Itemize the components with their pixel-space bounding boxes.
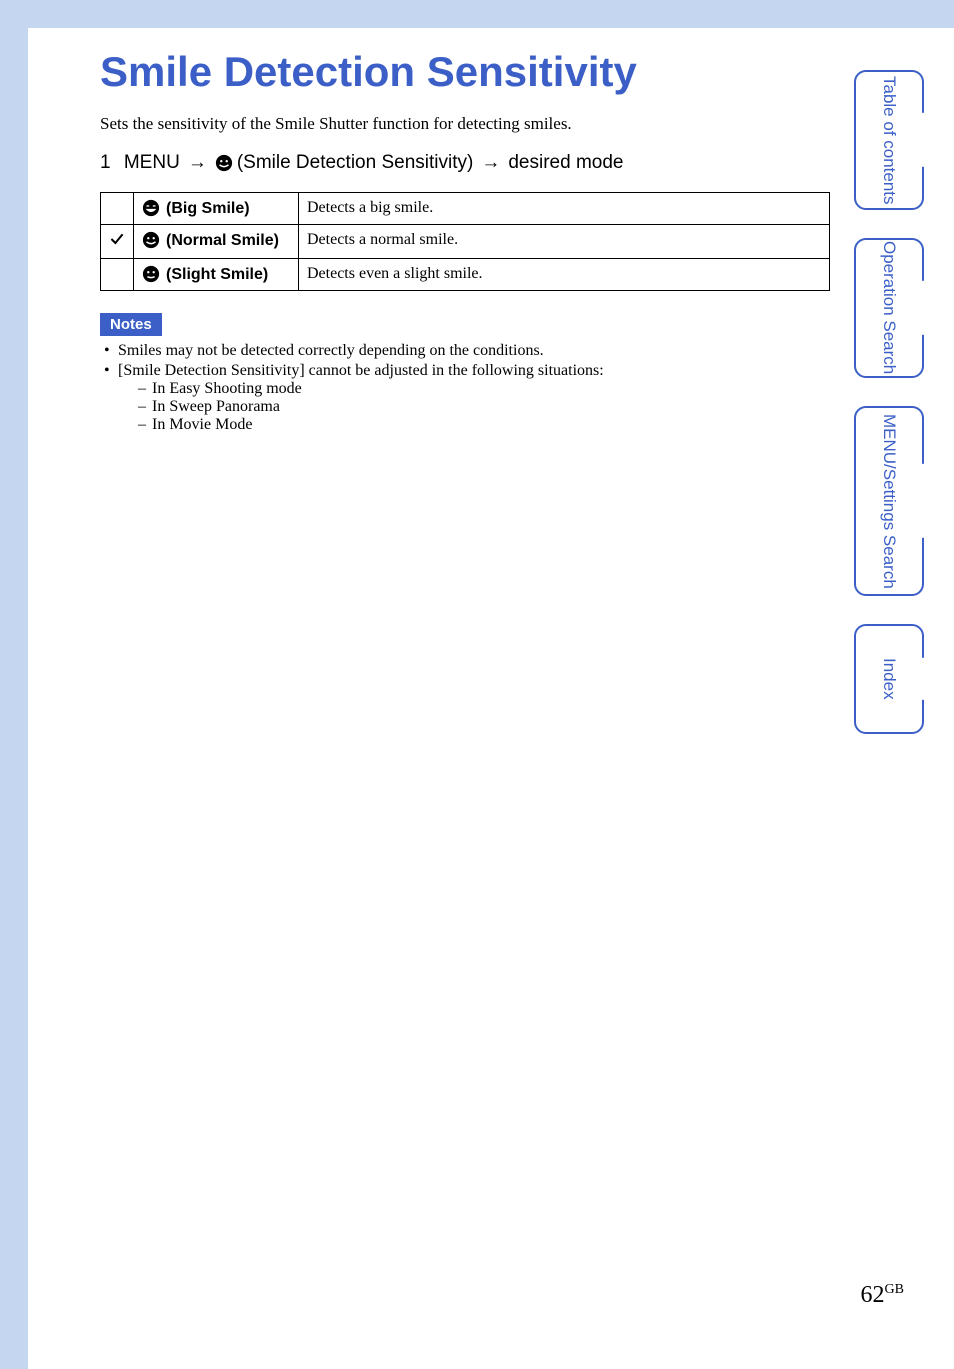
label-cell: (Normal Smile) (134, 225, 299, 259)
notes-badge: Notes (100, 313, 162, 336)
note-text: [Smile Detection Sensitivity] cannot be … (118, 362, 604, 379)
main-content: Smile Detection Sensitivity Sets the sen… (0, 28, 830, 434)
table-row: (Slight Smile) Detects even a slight smi… (101, 259, 830, 291)
label-cell: (Big Smile) (134, 193, 299, 225)
table-row: (Big Smile) Detects a big smile. (101, 193, 830, 225)
step-number: 1 (100, 152, 111, 174)
top-accent-bar (0, 0, 954, 28)
notes-sublist: In Easy Shooting mode In Sweep Panorama … (118, 380, 830, 434)
label-cell: (Slight Smile) (134, 259, 299, 291)
checkmark-icon (109, 234, 125, 251)
tab-operation-search[interactable]: Operation Search (854, 238, 924, 378)
page-num-value: 62 (861, 1282, 885, 1308)
tab-label: Operation Search (879, 241, 899, 374)
smile-big-icon (142, 199, 160, 217)
check-cell (101, 193, 134, 225)
check-cell (101, 225, 134, 259)
check-cell (101, 259, 134, 291)
options-table: (Big Smile) Detects a big smile. (Normal… (100, 192, 830, 291)
page-num-suffix: GB (885, 1282, 904, 1297)
option-desc: Detects a normal smile. (299, 225, 830, 259)
list-item: [Smile Detection Sensitivity] cannot be … (104, 362, 830, 434)
list-item: In Sweep Panorama (138, 398, 830, 416)
step-end: desired mode (508, 152, 623, 174)
tab-label: Index (879, 658, 899, 700)
tab-toc[interactable]: Table of contents (854, 70, 924, 210)
intro-text: Sets the sensitivity of the Smile Shutte… (100, 114, 830, 134)
arrow-icon: → (188, 152, 207, 174)
list-item: Smiles may not be detected correctly dep… (104, 342, 830, 360)
tab-label: Table of contents (879, 76, 899, 205)
side-tabs: Table of contents Operation Search MENU/… (854, 70, 924, 734)
tab-menu-settings-search[interactable]: MENU/Settings Search (854, 406, 924, 596)
left-accent-bar (0, 0, 28, 1369)
smile-slight-icon (142, 265, 160, 283)
smile-normal-icon (142, 231, 160, 249)
menu-step: 1 MENU → (Smile Detection Sensitivity) →… (100, 152, 830, 174)
tab-index[interactable]: Index (854, 624, 924, 734)
arrow-icon: → (481, 152, 500, 174)
tab-label: MENU/Settings Search (879, 414, 899, 589)
notes-list: Smiles may not be detected correctly dep… (100, 342, 830, 434)
option-label: (Slight Smile) (166, 265, 268, 284)
page-number: 62GB (861, 1282, 904, 1309)
list-item: In Easy Shooting mode (138, 380, 830, 398)
page-title: Smile Detection Sensitivity (100, 48, 830, 96)
option-label: (Big Smile) (166, 199, 250, 218)
step-mid: (Smile Detection Sensitivity) (237, 152, 474, 174)
table-row: (Normal Smile) Detects a normal smile. (101, 225, 830, 259)
smile-icon (215, 154, 233, 172)
option-desc: Detects a big smile. (299, 193, 830, 225)
option-label: (Normal Smile) (166, 231, 279, 250)
list-item: In Movie Mode (138, 416, 830, 434)
step-menu: MENU (124, 152, 180, 174)
option-desc: Detects even a slight smile. (299, 259, 830, 291)
